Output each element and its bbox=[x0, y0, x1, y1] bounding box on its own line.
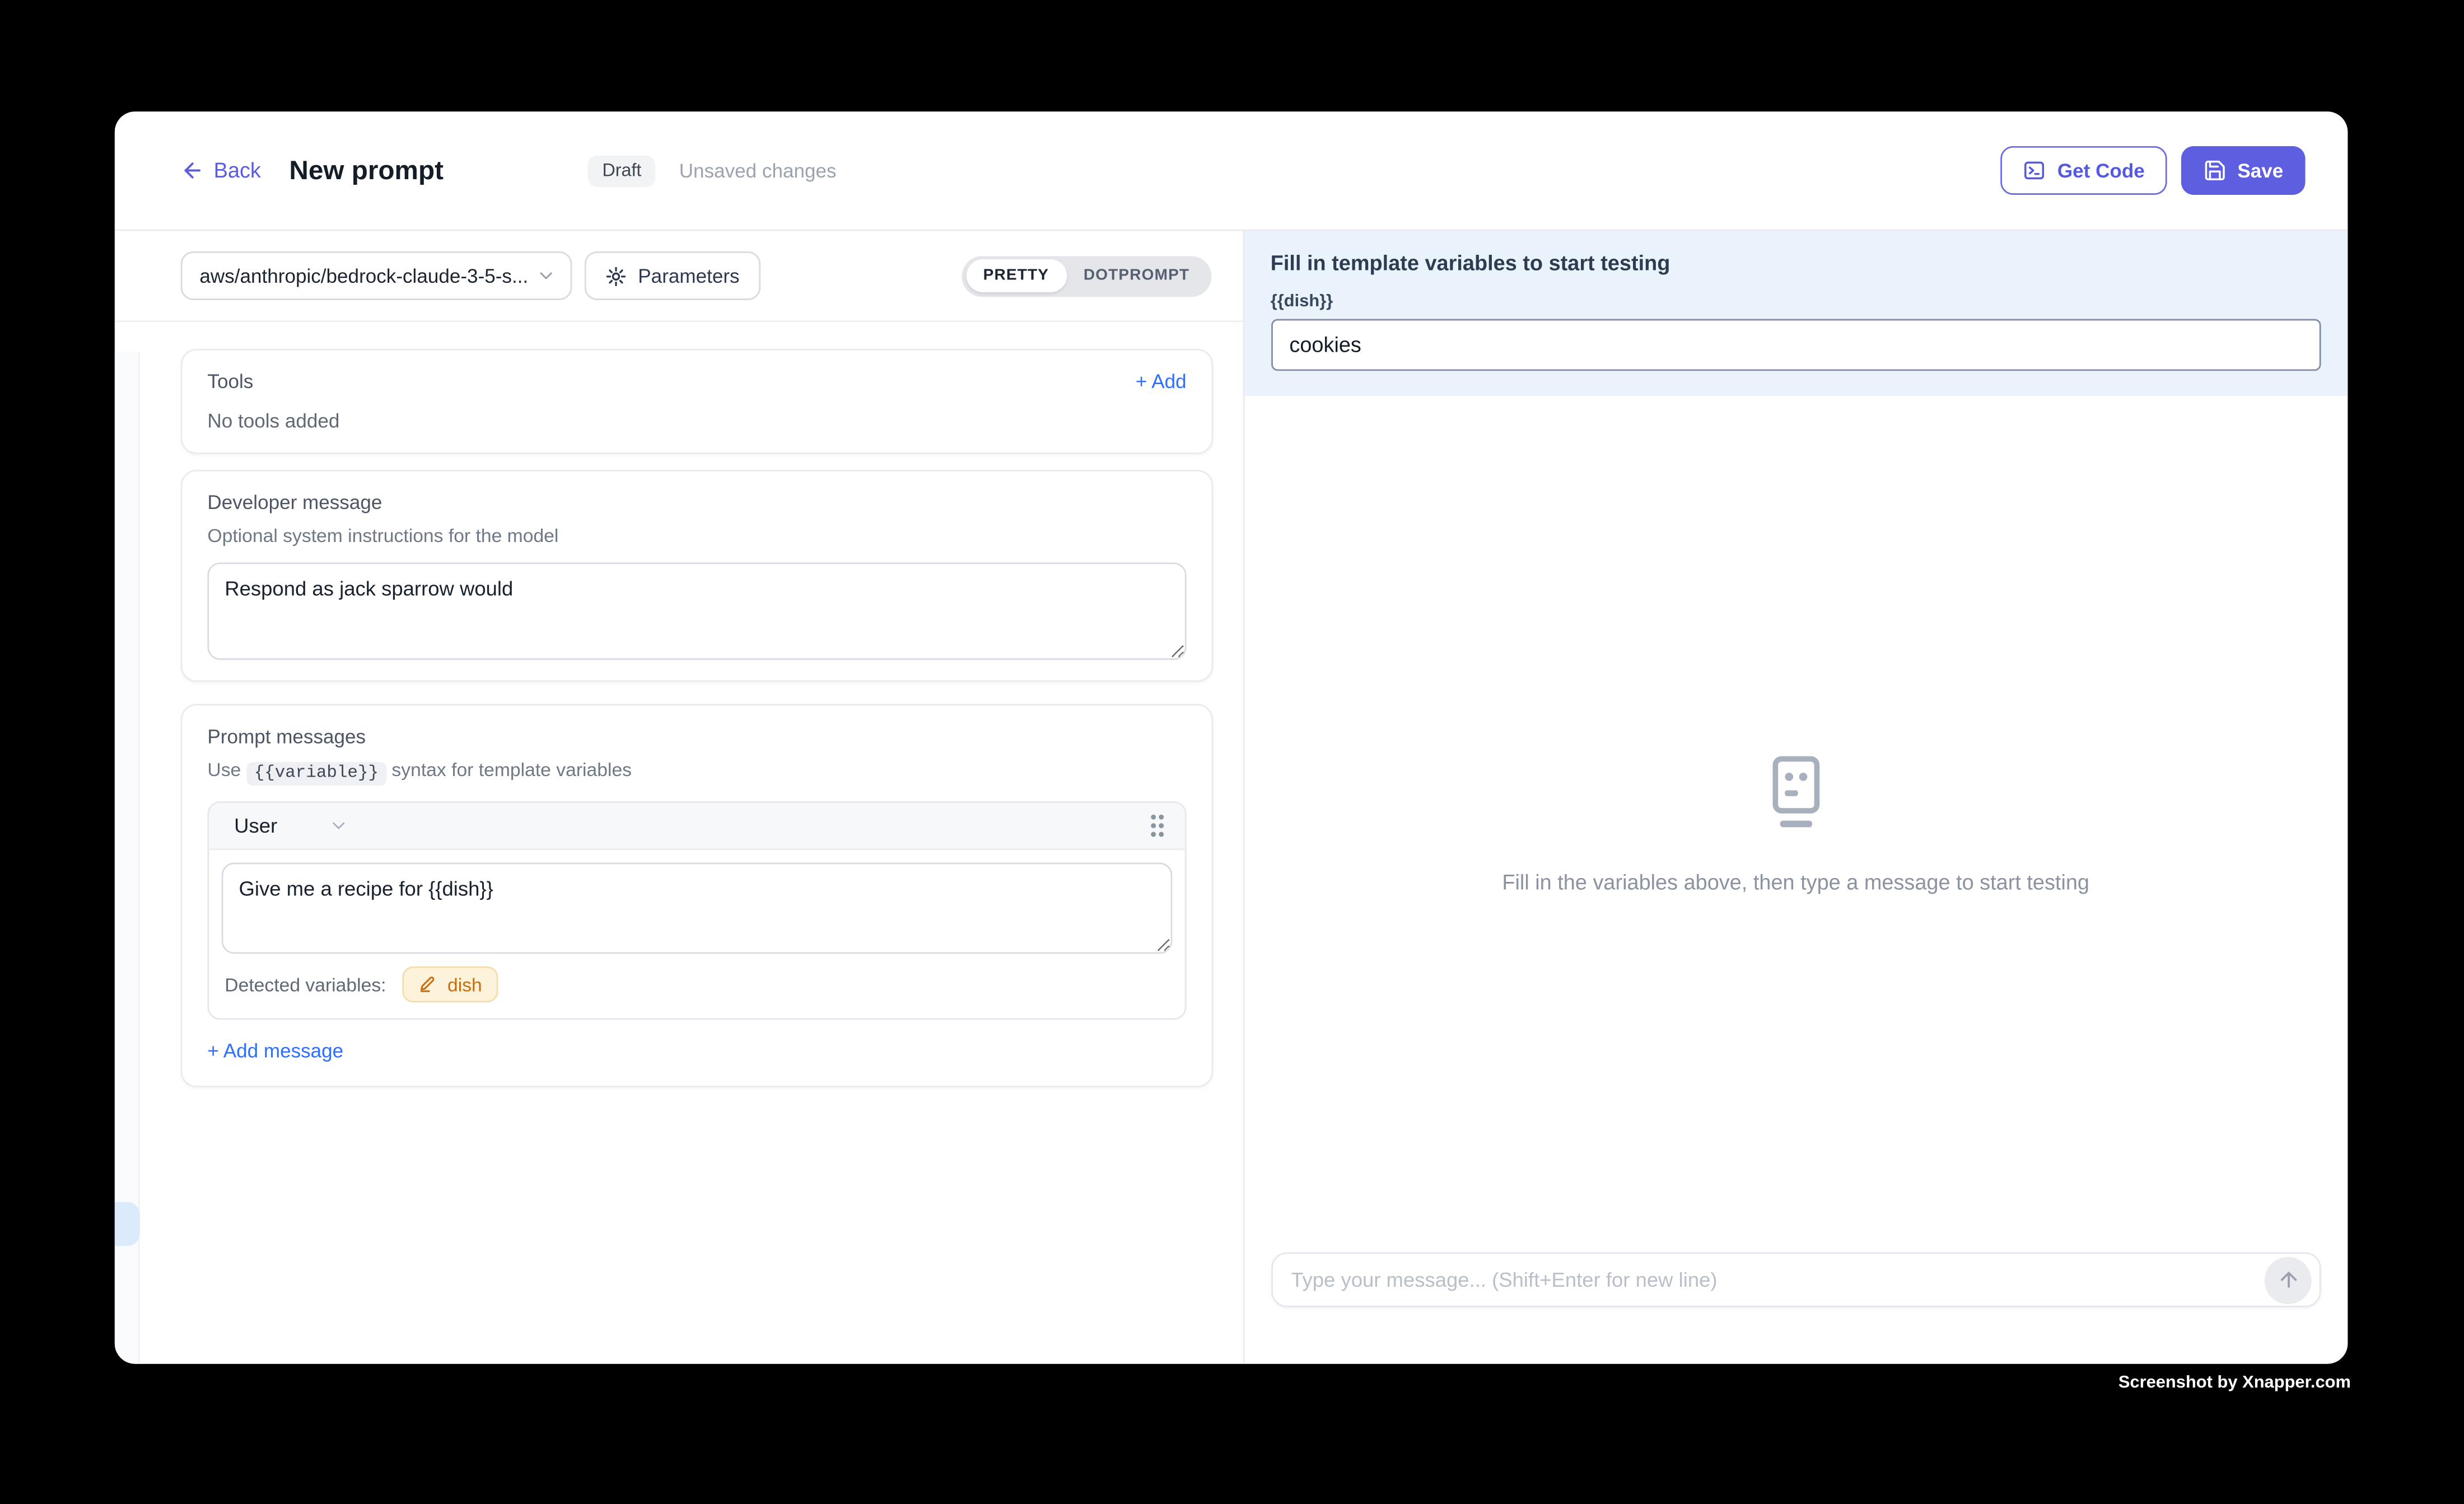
developer-message-subtitle: Optional system instructions for the mod… bbox=[207, 525, 1186, 547]
app-window: Back New prompt Draft Unsaved changes Ge… bbox=[115, 111, 2348, 1363]
get-code-button[interactable]: Get Code bbox=[2001, 146, 2167, 195]
app-body: aws/anthropic/bedrock-claude-3-5-s... Pa… bbox=[115, 231, 2348, 1363]
editor-scroll-area[interactable]: Tools + Add No tools added Developer mes… bbox=[115, 322, 1242, 1363]
test-panel-title: Fill in template variables to start test… bbox=[1271, 251, 2321, 275]
app-header: Back New prompt Draft Unsaved changes Ge… bbox=[115, 111, 2348, 231]
robot-face-icon bbox=[1765, 754, 1827, 830]
model-selector[interactable]: aws/anthropic/bedrock-claude-3-5-s... bbox=[181, 251, 572, 300]
model-selector-value: aws/anthropic/bedrock-claude-3-5-s... bbox=[199, 265, 528, 287]
tools-title: Tools bbox=[207, 371, 253, 393]
save-icon bbox=[2203, 158, 2227, 182]
header-actions: Get Code Save bbox=[2001, 146, 2306, 195]
variable-name-label: {{dish}} bbox=[1271, 292, 2321, 311]
message-body: Give me a recipe for {{dish}} Detected v… bbox=[209, 850, 1185, 1018]
toggle-dotprompt[interactable]: DOTPROMPT bbox=[1066, 259, 1207, 292]
prompt-messages-hint: Use {{variable}} syntax for template var… bbox=[207, 759, 1186, 782]
status-badge: Draft bbox=[588, 155, 655, 186]
arrow-up-icon bbox=[2276, 1268, 2300, 1292]
save-button[interactable]: Save bbox=[2181, 146, 2305, 195]
send-button[interactable] bbox=[2265, 1256, 2312, 1303]
add-tool-button[interactable]: + Add bbox=[1136, 371, 1187, 393]
pencil-line-icon bbox=[418, 974, 438, 994]
parameters-button[interactable]: Parameters bbox=[585, 251, 760, 300]
add-message-button[interactable]: + Add message bbox=[207, 1040, 343, 1062]
watermark-text: Screenshot by Xnapper.com bbox=[2118, 1374, 2351, 1393]
terminal-icon bbox=[2023, 158, 2046, 182]
page-title: New prompt bbox=[289, 155, 444, 186]
empty-state-text: Fill in the variables above, then type a… bbox=[1502, 871, 2089, 894]
message-text-input[interactable]: Give me a recipe for {{dish}} bbox=[222, 863, 1173, 954]
parameters-label: Parameters bbox=[638, 265, 739, 287]
save-label: Save bbox=[2237, 160, 2283, 181]
variable-badge-dish[interactable]: dish bbox=[402, 966, 498, 1003]
message-composer bbox=[1244, 1252, 2348, 1363]
chevron-down-icon[interactable] bbox=[329, 815, 349, 835]
developer-message-card: Developer message Optional system instru… bbox=[181, 470, 1214, 682]
message-block: User Give me a recipe for {{dish}} bbox=[207, 801, 1186, 1020]
tools-card: Tools + Add No tools added bbox=[181, 349, 1214, 454]
gear-icon bbox=[605, 265, 627, 287]
screenshot-stage: Back New prompt Draft Unsaved changes Ge… bbox=[0, 0, 2464, 1503]
chevron-down-icon bbox=[536, 265, 556, 286]
chat-message-input[interactable] bbox=[1271, 1252, 2321, 1307]
message-role-row: User bbox=[209, 803, 1185, 850]
unsaved-changes-text: Unsaved changes bbox=[679, 160, 837, 181]
developer-message-title: Developer message bbox=[207, 492, 1186, 513]
hint-suffix: syntax for template variables bbox=[391, 759, 632, 781]
prompt-messages-title: Prompt messages bbox=[207, 726, 1186, 748]
variable-badge-label: dish bbox=[447, 973, 482, 995]
test-panel: Fill in template variables to start test… bbox=[1242, 231, 2348, 1363]
drag-handle-icon[interactable] bbox=[1149, 812, 1166, 839]
arrow-left-icon bbox=[181, 158, 204, 182]
back-button[interactable]: Back bbox=[181, 158, 261, 182]
role-select-value: User bbox=[234, 814, 277, 838]
back-label: Back bbox=[214, 158, 261, 182]
toggle-pretty[interactable]: PRETTY bbox=[966, 259, 1066, 292]
template-variables-section: Fill in template variables to start test… bbox=[1244, 231, 2348, 396]
prompt-editor-panel: aws/anthropic/bedrock-claude-3-5-s... Pa… bbox=[115, 231, 1242, 1363]
tools-empty-text: No tools added bbox=[207, 410, 1186, 432]
rail-active-item[interactable] bbox=[115, 1202, 140, 1246]
hint-prefix: Use bbox=[207, 759, 241, 781]
variable-syntax-chip: {{variable}} bbox=[246, 762, 386, 785]
detected-variables-label: Detected variables: bbox=[225, 973, 386, 995]
model-toolbar: aws/anthropic/bedrock-claude-3-5-s... Pa… bbox=[115, 231, 1242, 322]
chat-empty-state: Fill in the variables above, then type a… bbox=[1244, 396, 2348, 1252]
developer-message-input[interactable]: Respond as jack sparrow would bbox=[207, 563, 1186, 660]
detected-variables-row: Detected variables: dish bbox=[222, 954, 1173, 1006]
view-mode-toggle: PRETTY DOTPROMPT bbox=[962, 255, 1211, 296]
get-code-label: Get Code bbox=[2057, 160, 2145, 181]
prompt-messages-card: Prompt messages Use {{variable}} syntax … bbox=[181, 704, 1214, 1087]
variable-value-input[interactable] bbox=[1271, 319, 2321, 371]
